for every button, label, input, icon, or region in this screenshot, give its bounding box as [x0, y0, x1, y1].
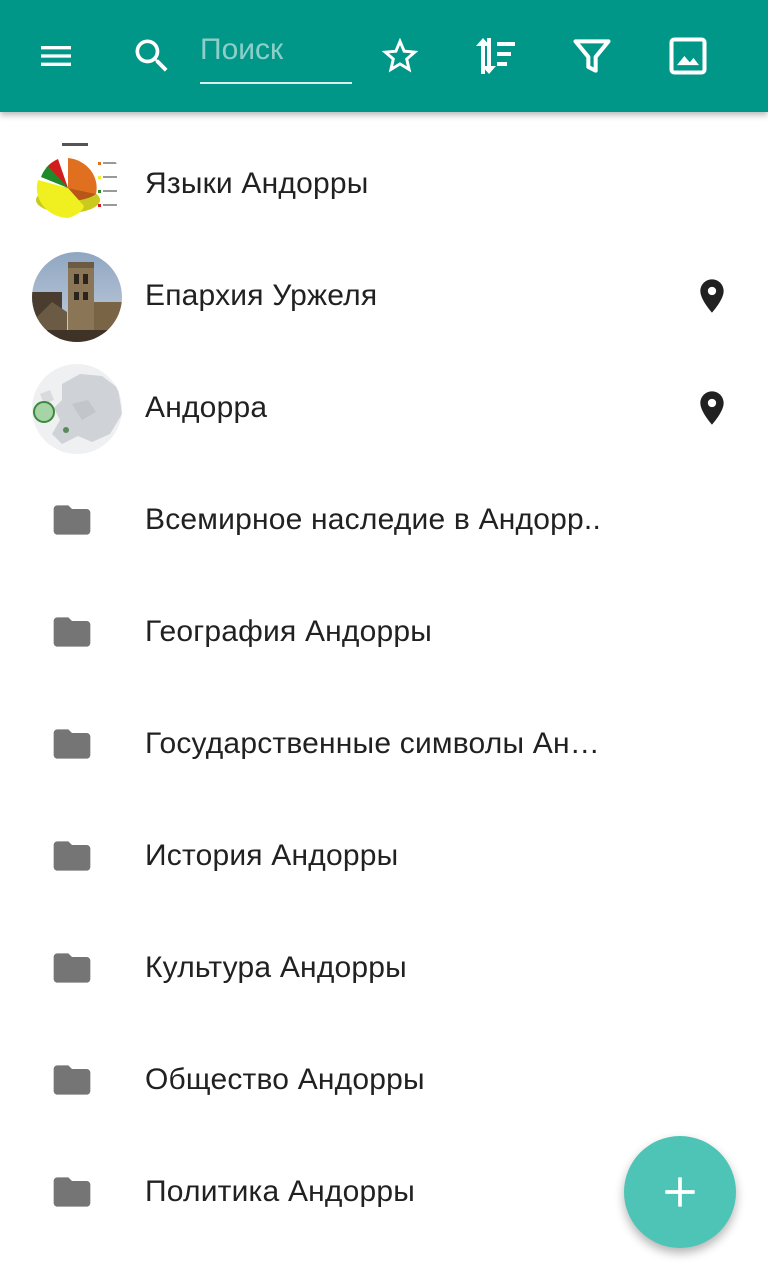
list-item-title: Политика Андорры: [145, 1175, 416, 1208]
list-item[interactable]: Общество Андорры: [0, 1024, 768, 1136]
folder-icon: [53, 1065, 91, 1095]
folder-icon: [53, 729, 91, 759]
list-item-title: Всемирное наследие в Андорр..: [145, 503, 601, 536]
list-item-title: Андорра: [145, 391, 268, 424]
list-item[interactable]: Андорра: [0, 352, 768, 464]
pie-chart-thumbnail: [32, 140, 122, 230]
image-button[interactable]: [656, 24, 720, 88]
list-item-title: Культура Андорры: [145, 951, 407, 984]
menu-icon: [41, 46, 71, 66]
search-field[interactable]: [200, 24, 352, 84]
list-item-title: Общество Андорры: [145, 1063, 425, 1096]
search-icon: [135, 39, 168, 72]
list-item[interactable]: Культура Андорры: [0, 912, 768, 1024]
star-outline-icon: [381, 37, 419, 73]
search-input[interactable]: [200, 30, 350, 70]
list-item[interactable]: Всемирное наследие в Андорр..: [0, 464, 768, 576]
plus-icon: [665, 1177, 695, 1207]
cathedral-tower-thumbnail: [32, 252, 122, 342]
filter-icon: [573, 39, 611, 73]
favorites-button[interactable]: [368, 24, 432, 88]
list-item-title: Государственные символы Ан…: [145, 727, 600, 760]
filter-button[interactable]: [560, 24, 624, 88]
folder-icon: [53, 953, 91, 983]
folder-icon: [53, 1177, 91, 1207]
list-item[interactable]: История Андорры: [0, 800, 768, 912]
add-fab-button[interactable]: [624, 1136, 736, 1248]
location-pin-icon[interactable]: [692, 274, 732, 318]
app-bar: [0, 0, 768, 112]
list-item-title: Языки Андорры: [145, 167, 369, 200]
list-item[interactable]: Государственные символы Ан…: [0, 688, 768, 800]
list-item[interactable]: Языки Андорры: [0, 128, 768, 240]
image-icon: [669, 37, 707, 75]
menu-button[interactable]: [24, 24, 88, 88]
list-item-title: География Андорры: [145, 615, 433, 648]
europe-map-thumbnail: [32, 364, 122, 454]
folder-icon: [53, 505, 91, 535]
list-item[interactable]: Епархия Уржеля: [0, 240, 768, 352]
sort-button[interactable]: [463, 24, 527, 88]
list-item-title: История Андорры: [145, 839, 399, 872]
search-button[interactable]: [120, 24, 184, 88]
list-item[interactable]: География Андорры: [0, 576, 768, 688]
list-item-title: Епархия Уржеля: [145, 279, 378, 312]
folder-icon: [53, 841, 91, 871]
category-list: Языки Андорры Епархия Уржеля Андорра Все…: [0, 128, 768, 1248]
sort-icon: [476, 38, 515, 74]
location-pin-icon[interactable]: [692, 386, 732, 430]
folder-icon: [53, 617, 91, 647]
